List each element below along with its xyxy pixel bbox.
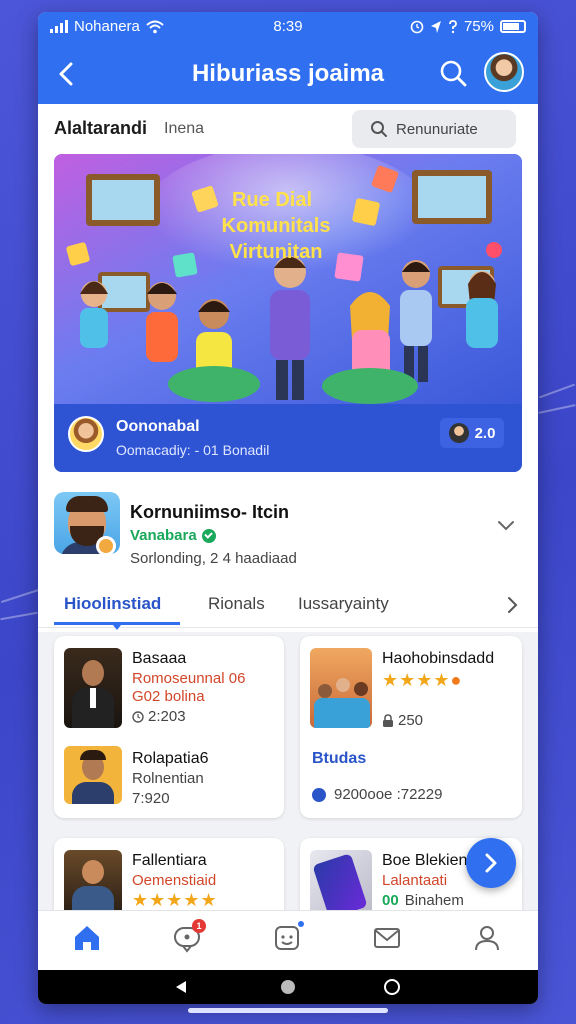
home-icon	[75, 926, 99, 950]
card-footer-value: 9200ooe :72229	[334, 786, 443, 803]
card-meta-value: 2:203	[148, 708, 186, 725]
tab-bar: Hioolinstiad Rionals Iussaryainty	[38, 584, 538, 630]
user-icon	[475, 926, 499, 951]
card-title: Rolapatia6	[132, 750, 209, 767]
card-meta: 250	[382, 712, 423, 729]
filter-row: Alaltarandi Inena Renunuriate	[38, 108, 538, 152]
card-title: Fallentiara	[132, 852, 207, 869]
card-subtitle-text: Binahem	[404, 892, 464, 909]
nav-profile[interactable]	[472, 923, 504, 955]
community-row[interactable]: Kornuniimso- Itcin Vanabara Sorlonding, …	[38, 482, 538, 572]
card-subtitle: 00 Binahem	[382, 892, 464, 909]
tab-highlights[interactable]: Hioolinstiad	[64, 594, 161, 614]
update-badge	[296, 919, 306, 929]
card-red-text: Lalantaati	[382, 872, 448, 889]
chevron-down-icon[interactable]	[496, 520, 516, 532]
system-home-icon[interactable]	[281, 980, 295, 994]
nav-home[interactable]	[72, 923, 104, 955]
card-link[interactable]: Btudas	[312, 750, 366, 768]
banner-line-1: Rue Dial	[232, 189, 312, 211]
viewer-avatar	[448, 423, 469, 443]
chevron-right-icon	[485, 853, 497, 873]
rating-stars: ★★★★●	[382, 670, 463, 690]
search-icon	[440, 60, 467, 87]
system-back-icon[interactable]	[174, 980, 188, 994]
system-recents-icon[interactable]	[384, 979, 400, 995]
card-red-text: Romoseunnal 06	[132, 670, 246, 687]
card-meta: 7:920	[132, 790, 170, 807]
viewer-count: 2.0	[474, 424, 496, 442]
banner-line-3: Virtunitan	[230, 241, 323, 263]
card-title: Basaaa	[132, 650, 187, 667]
background-line	[538, 383, 576, 399]
alarm-icon	[410, 20, 424, 33]
background-line	[538, 404, 576, 414]
hero-footer: Oononabal Oomacadiy: - 01 Bonadil 2.0	[54, 404, 522, 472]
card-footer: 9200ooe :72229	[312, 786, 442, 803]
viewer-badge[interactable]: 2.0	[440, 418, 504, 448]
profile-avatar[interactable]	[484, 52, 524, 92]
tab-community[interactable]: Iussaryainty	[298, 594, 389, 614]
header-search-button[interactable]	[438, 58, 470, 90]
search-icon	[371, 121, 387, 137]
search-placeholder: Renunuriate	[396, 120, 478, 138]
nav-games[interactable]	[272, 919, 306, 955]
card-title: Boe Blekien	[382, 852, 468, 869]
lock-icon	[383, 714, 393, 727]
filter-primary[interactable]: Alaltarandi	[54, 118, 147, 139]
community-type-label: Vanabara	[130, 527, 197, 544]
host-name: Oononabal	[116, 418, 200, 435]
question-icon	[449, 19, 457, 33]
community-subtitle: Sorlonding, 2 4 haadiaad	[130, 550, 297, 567]
card-left-top[interactable]: Basaaa Romoseunnal 06 G02 bolina 2:203 R…	[54, 636, 284, 818]
mail-icon	[374, 928, 400, 948]
app-header: Nohanera 8:39 75% Hiburiass joaima	[38, 12, 538, 104]
card-red-text: G02 bolina	[132, 688, 205, 705]
compass-icon	[312, 787, 326, 802]
card-meta: 2:203	[132, 708, 186, 725]
nav-notifications[interactable]: 1	[172, 919, 206, 955]
card-meta-value: 250	[398, 712, 424, 729]
card-right-top[interactable]: Haohobinsdadd ★★★★● 250 Btudas 9200ooe :…	[300, 636, 522, 818]
background-line	[0, 611, 38, 621]
content-grid: Basaaa Romoseunnal 06 G02 bolina 2:203 R…	[38, 632, 538, 938]
system-navigation-bar	[38, 970, 538, 1004]
search-input[interactable]: Renunuriate	[352, 110, 516, 148]
banner-line-2: Komunitals	[222, 215, 331, 237]
card-thumbnail	[64, 648, 122, 728]
next-fab-button[interactable]	[466, 838, 516, 888]
phone-screen: Nohanera 8:39 75% Hiburiass joaima Alalt…	[38, 12, 538, 1004]
community-type: Vanabara	[130, 527, 216, 544]
card-thumbnail	[310, 648, 372, 728]
community-name: Kornuniimso- Itcin	[130, 502, 289, 522]
battery-icon	[500, 20, 526, 33]
bottom-navigation: 1	[38, 910, 538, 968]
nav-messages[interactable]	[372, 923, 404, 955]
tab-rionals[interactable]: Rionals	[208, 594, 265, 614]
background-line	[0, 588, 40, 604]
card-red-text: Oemenstiaid	[132, 872, 217, 889]
host-subtitle: Oomacadiy: - 01 Bonadil	[116, 442, 270, 458]
battery-percent: 75%	[463, 18, 494, 35]
hero-card[interactable]: Rue Dial Komunitals Virtunitan Oononabal…	[54, 154, 522, 472]
card-subtitle: Rolnentian	[132, 770, 204, 787]
card-thumbnail	[64, 746, 122, 804]
card-subtitle-prefix: 00	[382, 892, 399, 909]
location-icon	[430, 20, 441, 33]
status-bar: Nohanera 8:39 75%	[38, 12, 538, 42]
host-avatar[interactable]	[68, 416, 104, 452]
chevron-right-icon[interactable]	[506, 596, 518, 614]
home-indicator	[188, 1008, 388, 1013]
online-status-dot	[96, 536, 116, 556]
verified-icon	[201, 528, 216, 543]
active-tab-indicator	[54, 622, 180, 630]
filter-secondary[interactable]: Inena	[164, 120, 204, 138]
card-title: Haohobinsdadd	[382, 650, 495, 667]
title-bar: Hiburiass joaima	[38, 50, 538, 102]
hero-illustration: Rue Dial Komunitals Virtunitan	[54, 154, 522, 404]
rating-stars: ★★★★★	[132, 890, 218, 910]
clock-icon	[132, 710, 144, 723]
notification-badge: 1	[192, 919, 206, 933]
